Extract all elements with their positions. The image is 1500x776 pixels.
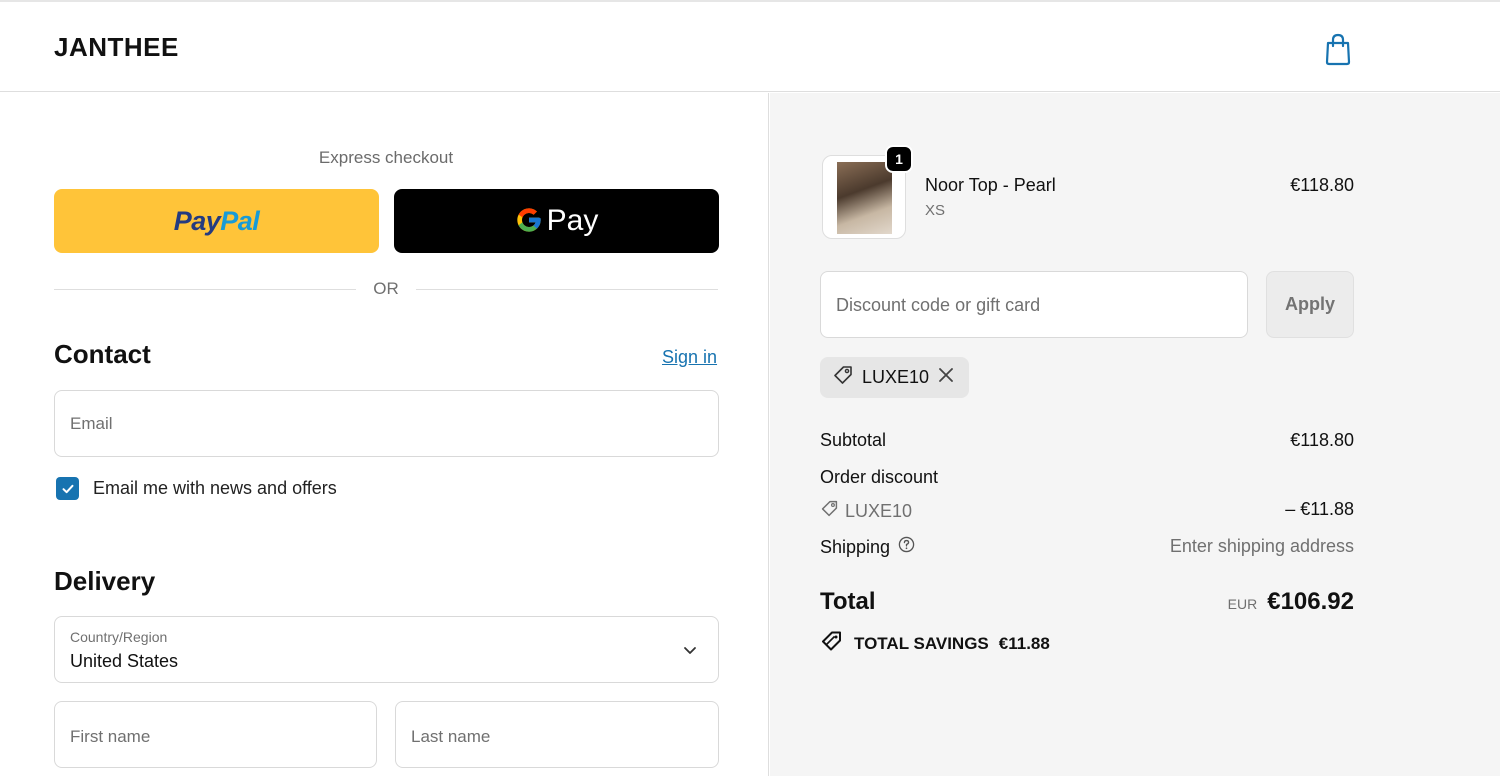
discount-placeholder: Discount code or gift card [836, 295, 1041, 315]
site-header: JANTHEE [0, 2, 1500, 92]
contact-heading: Contact [54, 339, 151, 369]
discount-code-input[interactable]: Discount code or gift card [820, 271, 1248, 338]
express-checkout-label: Express checkout [318, 148, 454, 167]
discount-code-label: LUXE10 [845, 500, 913, 521]
google-pay-button[interactable]: Pay [394, 189, 719, 253]
savings-value: €11.88 [998, 633, 1050, 653]
country-value: United States [70, 651, 179, 671]
email-placeholder: Email [70, 414, 113, 433]
subtotal-label: Subtotal [820, 430, 887, 450]
email-field[interactable]: Email [54, 390, 719, 457]
savings-label: TOTAL SAVINGS [854, 633, 989, 653]
savings-tag-icon [820, 629, 844, 658]
chevron-down-icon [682, 642, 698, 658]
total-label: Total [820, 588, 876, 615]
paypal-button[interactable]: PayPal [54, 189, 379, 253]
country-label: Country/Region [70, 629, 168, 645]
newsletter-label: Email me with news and offers [93, 478, 337, 498]
product-price: €118.80 [1290, 175, 1354, 195]
delivery-heading: Delivery [54, 566, 156, 596]
quantity-badge: 1 [885, 145, 913, 173]
shopping-bag-icon[interactable] [1322, 32, 1354, 66]
total-amount: EUR €106.92 [1228, 588, 1354, 616]
apply-button[interactable]: Apply [1266, 271, 1354, 338]
sign-in-link[interactable]: Sign in [662, 347, 717, 368]
discount-value: – €11.88 [1285, 499, 1354, 519]
shipping-row: Shipping [820, 536, 915, 558]
last-name-placeholder: Last name [411, 727, 491, 746]
total-savings: TOTAL SAVINGS €11.88 [820, 629, 1050, 658]
order-summary: 1 Noor Top - Pearl XS €118.80 Discount c… [770, 93, 1500, 776]
first-name-placeholder: First name [70, 727, 151, 746]
first-name-field[interactable]: First name [54, 701, 377, 768]
last-name-field[interactable]: Last name [395, 701, 719, 768]
applied-discount-tag: LUXE10 [820, 357, 970, 398]
shipping-value: Enter shipping address [1169, 536, 1354, 556]
shipping-label: Shipping [820, 536, 891, 557]
tag-icon [820, 499, 839, 523]
product-variant: XS [925, 202, 946, 219]
newsletter-option[interactable]: Email me with news and offers [56, 477, 337, 500]
paypal-logo: PayPal [173, 205, 260, 236]
subtotal-value: €118.80 [1290, 430, 1354, 450]
or-divider: OR [54, 279, 718, 299]
brand-logo[interactable]: JANTHEE [54, 32, 179, 63]
tag-icon [832, 364, 854, 391]
help-icon[interactable] [898, 536, 915, 558]
order-discount-label: Order discount [820, 467, 939, 487]
total-value: €106.92 [1267, 588, 1354, 615]
discount-code-row: LUXE10 [820, 499, 912, 523]
country-select[interactable]: Country/Region United States [54, 616, 719, 683]
google-pay-label: Pay [546, 204, 599, 237]
newsletter-checkbox[interactable] [56, 477, 79, 500]
currency-code: EUR [1227, 596, 1258, 612]
product-image [837, 162, 892, 234]
google-g-icon [515, 206, 543, 237]
checkout-form: Express checkout PayPal Pay OR Contact S… [0, 93, 769, 776]
product-name: Noor Top - Pearl [925, 175, 1056, 195]
applied-code-label: LUXE10 [862, 367, 930, 387]
remove-discount-icon[interactable] [937, 366, 955, 389]
